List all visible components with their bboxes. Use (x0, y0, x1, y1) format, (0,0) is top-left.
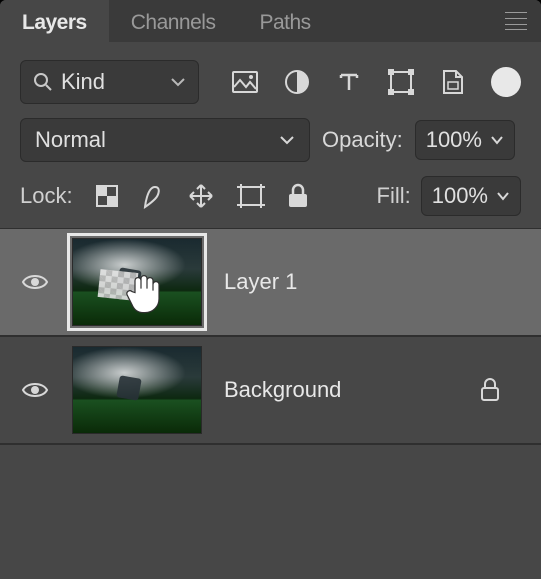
opacity-label: Opacity: (322, 127, 403, 153)
blend-mode-dropdown[interactable]: Normal (20, 118, 310, 162)
filter-type-text-icon[interactable] (335, 68, 363, 96)
filter-shape-icon[interactable] (387, 68, 415, 96)
cursor-hand-icon (125, 271, 165, 315)
layer-row[interactable]: Layer 1 (0, 228, 541, 336)
layer-locked-icon[interactable] (479, 377, 501, 403)
layer-thumbnail[interactable] (72, 346, 202, 434)
tab-paths[interactable]: Paths (237, 0, 332, 42)
fill-value: 100% (432, 183, 488, 209)
filter-pixel-icon[interactable] (231, 68, 259, 96)
layers-panel-footer (0, 444, 541, 564)
filter-toggle-switch[interactable] (491, 67, 521, 97)
lock-position-icon[interactable] (187, 182, 215, 210)
tab-channels[interactable]: Channels (109, 0, 238, 42)
blend-opacity-row: Normal Opacity: 100% (0, 118, 541, 176)
lock-pixels-icon[interactable] (141, 183, 165, 209)
layers-panel: Layers Channels Paths Kind (0, 0, 541, 579)
visibility-toggle[interactable] (20, 380, 50, 400)
chevron-down-icon (170, 76, 186, 88)
blend-mode-value: Normal (35, 127, 279, 153)
tab-layers[interactable]: Layers (0, 0, 109, 42)
chevron-down-icon (496, 191, 510, 201)
filter-smartobject-icon[interactable] (439, 68, 467, 96)
chevron-down-icon (279, 134, 295, 146)
layer-thumbnail[interactable] (72, 238, 202, 326)
opacity-value: 100% (426, 127, 482, 153)
search-icon (33, 72, 53, 92)
opacity-value-field[interactable]: 100% (415, 120, 515, 160)
filter-adjustment-icon[interactable] (283, 68, 311, 96)
kind-label: Kind (61, 69, 162, 95)
layer-name[interactable]: Layer 1 (224, 269, 297, 295)
lock-artboard-icon[interactable] (237, 184, 265, 208)
layer-filter-row: Kind (0, 42, 541, 118)
lock-fill-row: Lock: (0, 176, 541, 228)
panel-tabs: Layers Channels Paths (0, 0, 541, 42)
fill-label: Fill: (377, 183, 411, 209)
visibility-toggle[interactable] (20, 272, 50, 292)
filter-type-icons (231, 68, 467, 96)
filter-kind-dropdown[interactable]: Kind (20, 60, 199, 104)
lock-transparency-icon[interactable] (95, 184, 119, 208)
fill-value-field[interactable]: 100% (421, 176, 521, 216)
layer-row[interactable]: Background (0, 336, 541, 444)
chevron-down-icon (490, 135, 504, 145)
panel-menu-icon[interactable] (491, 0, 541, 42)
lock-all-icon[interactable] (287, 183, 309, 209)
lock-label: Lock: (20, 183, 73, 209)
layer-name[interactable]: Background (224, 377, 341, 403)
